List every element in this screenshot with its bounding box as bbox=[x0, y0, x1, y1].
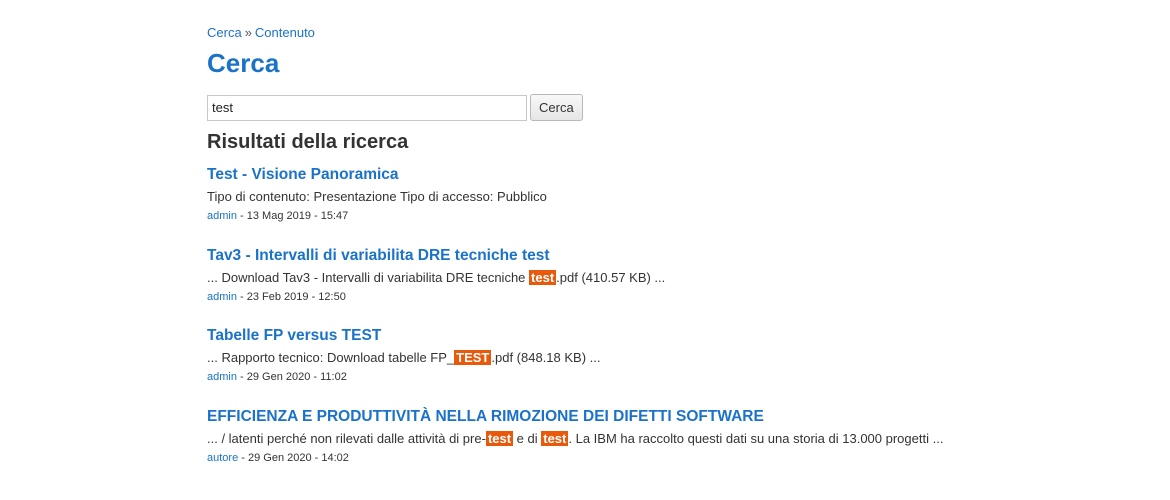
result-snippet: ... Download Tav3 - Intervalli di variab… bbox=[207, 269, 1107, 287]
result-author-link[interactable]: admin bbox=[207, 371, 237, 383]
snippet-text: e di bbox=[513, 431, 542, 446]
snippet-text: .pdf (410.57 KB) ... bbox=[556, 270, 666, 285]
result-meta: admin - 29 Gen 2020 - 11:02 bbox=[207, 370, 1107, 385]
search-result: Test - Visione Panoramica Tipo di conten… bbox=[207, 165, 1107, 224]
result-date: - 13 Mag 2019 - 15:47 bbox=[236, 210, 349, 222]
result-title-link[interactable]: Test - Visione Panoramica bbox=[207, 165, 1107, 185]
snippet-text: ... Download Tav3 - Intervalli di variab… bbox=[207, 270, 530, 285]
snippet-text: . La IBM ha raccolto questi dati su una … bbox=[568, 431, 944, 446]
result-author-link[interactable]: autore bbox=[207, 452, 238, 464]
search-result: Tav3 - Intervalli di variabilita DRE tec… bbox=[207, 246, 1107, 305]
snippet-text: .pdf (848.18 KB) ... bbox=[491, 350, 601, 365]
result-title-link[interactable]: EFFICIENZA E PRODUTTIVITÀ NELLA RIMOZION… bbox=[207, 407, 1107, 427]
result-meta: admin - 23 Feb 2019 - 12:50 bbox=[207, 290, 1107, 305]
search-result: Tabelle FP versus TEST ... Rapporto tecn… bbox=[207, 326, 1107, 385]
result-date: - 29 Gen 2020 - 14:02 bbox=[238, 452, 349, 464]
search-term-highlight: test bbox=[529, 270, 557, 285]
search-button[interactable]: Cerca bbox=[530, 94, 583, 121]
breadcrumb-link-cerca[interactable]: Cerca bbox=[207, 25, 242, 40]
breadcrumb: Cerca» Contenuto bbox=[207, 25, 315, 40]
result-date: - 29 Gen 2020 - 11:02 bbox=[236, 371, 347, 383]
snippet-text: ... / latenti perché non rilevati dalle … bbox=[207, 431, 486, 446]
results-heading: Risultati della ricerca bbox=[207, 131, 409, 153]
page-title: Cerca bbox=[207, 48, 280, 78]
search-term-highlight: test bbox=[541, 431, 569, 446]
result-snippet: ... Rapporto tecnico: Download tabelle F… bbox=[207, 349, 1107, 367]
search-input[interactable] bbox=[207, 94, 527, 121]
result-title-link[interactable]: Tav3 - Intervalli di variabilita DRE tec… bbox=[207, 246, 1107, 266]
breadcrumb-link-contenuto[interactable]: Contenuto bbox=[255, 25, 315, 40]
result-author-link[interactable]: admin bbox=[207, 291, 237, 303]
result-snippet: Tipo di contenuto: Presentazione Tipo di… bbox=[207, 188, 1107, 206]
breadcrumb-separator: » bbox=[244, 25, 252, 40]
result-date: - 23 Feb 2019 - 12:50 bbox=[236, 291, 346, 303]
search-form: Cerca bbox=[207, 94, 583, 121]
result-author-link[interactable]: admin bbox=[207, 210, 237, 222]
search-term-highlight: test bbox=[485, 431, 514, 446]
search-result: EFFICIENZA E PRODUTTIVITÀ NELLA RIMOZION… bbox=[207, 407, 1107, 466]
result-meta: admin - 13 Mag 2019 - 15:47 bbox=[207, 209, 1107, 224]
snippet-text: ... Rapporto tecnico: Download tabelle F… bbox=[207, 350, 455, 365]
result-snippet: ... / latenti perché non rilevati dalle … bbox=[207, 430, 1107, 448]
snippet-text: Tipo di contenuto: Presentazione Tipo di… bbox=[207, 189, 547, 204]
result-title-link[interactable]: Tabelle FP versus TEST bbox=[207, 326, 1107, 346]
search-term-highlight: TEST bbox=[454, 350, 492, 365]
result-meta: autore - 29 Gen 2020 - 14:02 bbox=[207, 451, 1107, 466]
